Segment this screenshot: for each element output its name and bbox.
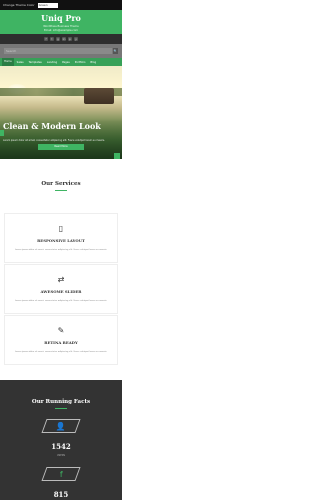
twitter-social-icon[interactable]: t <box>50 37 54 41</box>
magic-wand-icon: ✎ <box>57 326 65 335</box>
nav-item-blog[interactable]: Blog <box>88 61 98 64</box>
read-more-button[interactable]: Read More <box>38 144 84 150</box>
site-logo[interactable]: Uniq Pro <box>0 13 122 23</box>
services-title: Our Services <box>41 181 81 187</box>
facts-title: Our Running Facts <box>31 399 91 405</box>
hero-slider: Clean & Modern Look Lorem ipsum dolor si… <box>0 66 122 159</box>
site-header: Uniq Pro WordPress Business Theme Email:… <box>0 10 122 34</box>
fact-number: 1542 <box>51 442 71 451</box>
nav-item-sales[interactable]: Sales <box>15 61 26 64</box>
service-title[interactable]: RESPONSIVE LAYOUT <box>5 238 117 243</box>
service-card: ▯ RESPONSIVE LAYOUT Lorem ipsum dolor si… <box>4 213 118 263</box>
top-bar: Change Theme Color Green <box>0 0 122 10</box>
slide-title: Clean & Modern Look <box>3 121 101 131</box>
search-input[interactable]: Search <box>4 48 112 54</box>
fact-number: 815 <box>53 490 69 499</box>
nav-item-templates[interactable]: Templates <box>27 61 44 64</box>
user-icon: 👤 <box>56 421 66 431</box>
site-tagline: WordPress Business Theme <box>43 25 79 28</box>
theme-preview: Change Theme Color Green Uniq Pro WordPr… <box>0 0 122 500</box>
google-social-icon[interactable]: g <box>56 37 60 41</box>
youtube-social-icon[interactable]: y <box>74 37 78 41</box>
slide-description: Lorem ipsum dolor sit amet, consectetur … <box>3 139 105 142</box>
service-card: ✎ RETINA READY Lorem ipsum dolor sit ame… <box>4 315 118 365</box>
nav-item-portfolio[interactable]: Portfolio <box>73 61 88 64</box>
service-text: Lorem ipsum dolor sit amet, consectetur … <box>14 300 108 302</box>
title-underline <box>55 190 67 191</box>
fact-icon-box: f <box>41 467 81 481</box>
facebook-icon: f <box>59 469 63 479</box>
search-icon[interactable]: 🔍 <box>113 48 118 54</box>
facebook-social-icon[interactable]: f <box>44 37 48 41</box>
mobile-icon: ▯ <box>58 224 64 233</box>
service-text: Lorem ipsum dolor sit amet, consectetur … <box>14 351 108 353</box>
blank-area <box>122 0 240 500</box>
linkedin-social-icon[interactable]: in <box>62 37 66 41</box>
nav-item-home[interactable]: Home <box>2 58 14 66</box>
theme-color-select[interactable]: Green <box>37 2 58 8</box>
nav-item-landing[interactable]: Landing <box>45 61 59 64</box>
shuffle-icon: ⇄ <box>57 275 65 284</box>
service-title[interactable]: RETINA READY <box>5 340 117 345</box>
service-text: Lorem ipsum dolor sit amet, consectetur … <box>14 249 108 251</box>
fact-icon-box: 👤 <box>41 419 81 433</box>
social-bar: f t g in p y <box>0 34 122 44</box>
header-email: Email: info@example.com <box>44 29 78 32</box>
services-section: Our Services <box>0 181 122 191</box>
pinterest-social-icon[interactable]: p <box>68 37 72 41</box>
slider-next-arrow[interactable] <box>114 153 120 159</box>
service-title[interactable]: AWESOME SLIDER <box>5 289 117 294</box>
nav-item-pages[interactable]: Pages <box>60 61 72 64</box>
main-nav: Home Sales Templates Landing Pages Portf… <box>0 58 122 66</box>
service-card: ⇄ AWESOME SLIDER Lorem ipsum dolor sit a… <box>4 264 118 314</box>
theme-color-label: Change Theme Color <box>3 3 35 7</box>
facts-section: Our Running Facts 👤 1542 USERS f 815 <box>0 380 122 500</box>
search-bar: Search 🔍 <box>0 44 122 58</box>
